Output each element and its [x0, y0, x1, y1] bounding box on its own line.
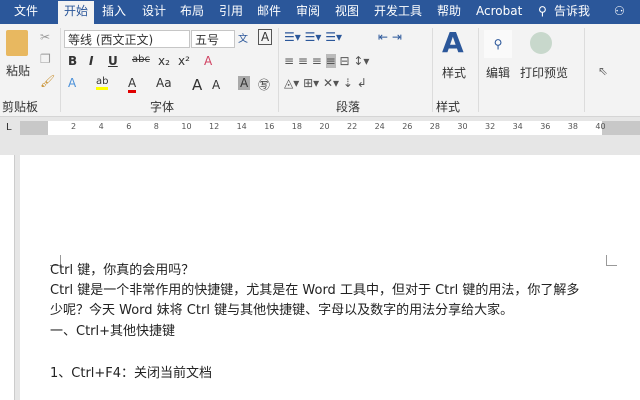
paste-button[interactable]: 粘贴 — [6, 62, 30, 79]
underline-button[interactable]: U — [108, 54, 118, 68]
ruler-tick-label: 4 — [98, 122, 104, 131]
group-styles: 样式 — [436, 100, 461, 114]
ribbon: 粘贴 ✂ ❐ 🖌 剪贴板 等线 (西文正文) 五号 文 A B I U abc … — [0, 24, 640, 117]
group-font: 字体 — [150, 100, 175, 114]
grow-font-icon[interactable]: A — [192, 76, 202, 94]
phonetic-guide-icon[interactable]: 文 — [238, 30, 248, 45]
ruler-tick-label: 36 — [540, 122, 551, 131]
doc-line: Ctrl 键，你真的会用吗？ — [50, 263, 195, 278]
clear-format-icon[interactable]: A — [204, 54, 212, 68]
shrink-font-icon[interactable]: A — [212, 78, 220, 92]
ruler-tick-label: 34 — [512, 122, 523, 131]
doc-line: 1、Ctrl+F4：关闭当前文档 — [50, 366, 213, 381]
tab-design[interactable]: 设计 — [142, 3, 166, 19]
paste-icon[interactable] — [6, 30, 28, 56]
ruler-tick-label: 6 — [126, 122, 132, 131]
change-case-button[interactable]: Aa — [156, 76, 172, 90]
tab-review[interactable]: 审阅 — [296, 3, 320, 19]
print-preview-icon[interactable] — [530, 32, 552, 54]
font-color-icon[interactable]: A — [128, 76, 137, 93]
ruler-tick-label: 24 — [374, 122, 385, 131]
share-icon[interactable]: ⚇ — [614, 3, 625, 19]
ruler-tick-label: 28 — [429, 122, 440, 131]
mouse-cursor-icon: ⇖ — [598, 64, 609, 78]
format-painter-icon[interactable]: 🖌 — [40, 74, 55, 88]
tab-file[interactable]: 文件 — [14, 3, 38, 19]
align-icons[interactable]: ≡ ≡ ≡ ≡ ⊟ ↕▾ — [284, 54, 369, 68]
doc-line: 一、Ctrl+其他快捷键 — [50, 324, 176, 339]
doc-line: Ctrl 键是一个非常作用的快捷键，尤其是在 Word 工具中，但对于 Ctrl… — [50, 283, 580, 298]
ruler-tick-label: 12 — [209, 122, 220, 131]
subscript-button[interactable]: x₂ — [158, 54, 170, 68]
ruler-tick-label: 8 — [153, 122, 159, 131]
indent-icons[interactable]: ⇤ ⇥ — [378, 30, 402, 44]
styles-button[interactable]: 样式 — [442, 64, 466, 81]
ruler-tick-label: 26 — [402, 122, 413, 131]
ruler-tick-label: 20 — [319, 122, 330, 131]
tab-acrobat[interactable]: Acrobat — [476, 3, 522, 19]
ruler-tick-label: 30 — [457, 122, 468, 131]
editing-button[interactable]: 编辑 — [486, 64, 510, 81]
ruler-tick-label: 16 — [264, 122, 275, 131]
find-icon[interactable]: ⚲ — [484, 30, 512, 58]
tab-home[interactable]: 开始 — [58, 1, 95, 24]
ruler-tick-label: 38 — [567, 122, 578, 131]
tab-stop-selector[interactable]: L — [6, 122, 12, 133]
ruler-tick-label: 2 — [71, 122, 77, 131]
tab-help[interactable]: 帮助 — [437, 3, 461, 19]
tab-references[interactable]: 引用 — [219, 3, 243, 19]
tab-developer[interactable]: 开发工具 — [374, 3, 422, 19]
cut-icon[interactable]: ✂ — [40, 30, 50, 44]
horizontal-ruler[interactable]: L 2 4 6 8 10 12 14 16 18 20 22 24 26 28 30 32 34 36 38 40 — [0, 118, 640, 138]
highlight-icon[interactable]: ab — [96, 76, 109, 90]
bold-button[interactable]: B — [68, 54, 77, 68]
copy-icon[interactable]: ❐ — [40, 52, 51, 66]
tab-insert[interactable]: 插入 — [102, 3, 126, 19]
strikethrough-button[interactable]: abc — [132, 54, 150, 65]
tab-layout[interactable]: 布局 — [180, 3, 204, 19]
superscript-button[interactable]: x² — [178, 54, 190, 68]
tab-mailings[interactable]: 邮件 — [257, 3, 281, 19]
styles-icon[interactable]: A — [442, 26, 464, 59]
ruler-tick-label: 10 — [181, 122, 192, 131]
italic-button[interactable]: I — [89, 54, 93, 68]
shading-border-icons[interactable]: ◬▾ ⊞▾ ✕▾ ⇣ ↲ — [284, 76, 367, 90]
ruler-tick-label: 18 — [291, 122, 302, 131]
bullets-icon[interactable]: ☰▾ ☰▾ ☰▾ — [284, 30, 342, 44]
ruler-tick-label: 14 — [236, 122, 247, 131]
char-border-icon[interactable]: A — [258, 29, 273, 45]
font-name-select[interactable]: 等线 (西文正文) — [64, 30, 190, 48]
vertical-ruler[interactable] — [0, 155, 15, 400]
print-preview-button[interactable]: 打印预览 — [520, 64, 568, 81]
ruler-tick-label: 22 — [347, 122, 358, 131]
tab-view[interactable]: 视图 — [335, 3, 359, 19]
enclose-char-icon[interactable]: ㊢ — [258, 76, 270, 93]
group-clipboard: 剪贴板 — [2, 100, 39, 114]
doc-line: 少呢？今天 Word 妹将 Ctrl 键与其他快捷键、字母以及数字的用法分享给大… — [50, 303, 514, 318]
char-shading-icon[interactable]: A — [238, 76, 251, 90]
search-icon[interactable]: ⚲ — [538, 3, 547, 19]
font-size-select[interactable]: 五号 — [191, 30, 235, 48]
ruler-tick-label: 40 — [595, 122, 606, 131]
text-effect-icon[interactable]: A — [68, 76, 76, 90]
ruler-tick-label: 32 — [485, 122, 496, 131]
tell-me[interactable]: 告诉我 — [554, 3, 590, 19]
group-paragraph: 段落 — [336, 100, 361, 114]
ribbon-tabs: 文件 开始 插入 设计 布局 引用 邮件 审阅 视图 开发工具 帮助 Acrob… — [0, 0, 640, 24]
